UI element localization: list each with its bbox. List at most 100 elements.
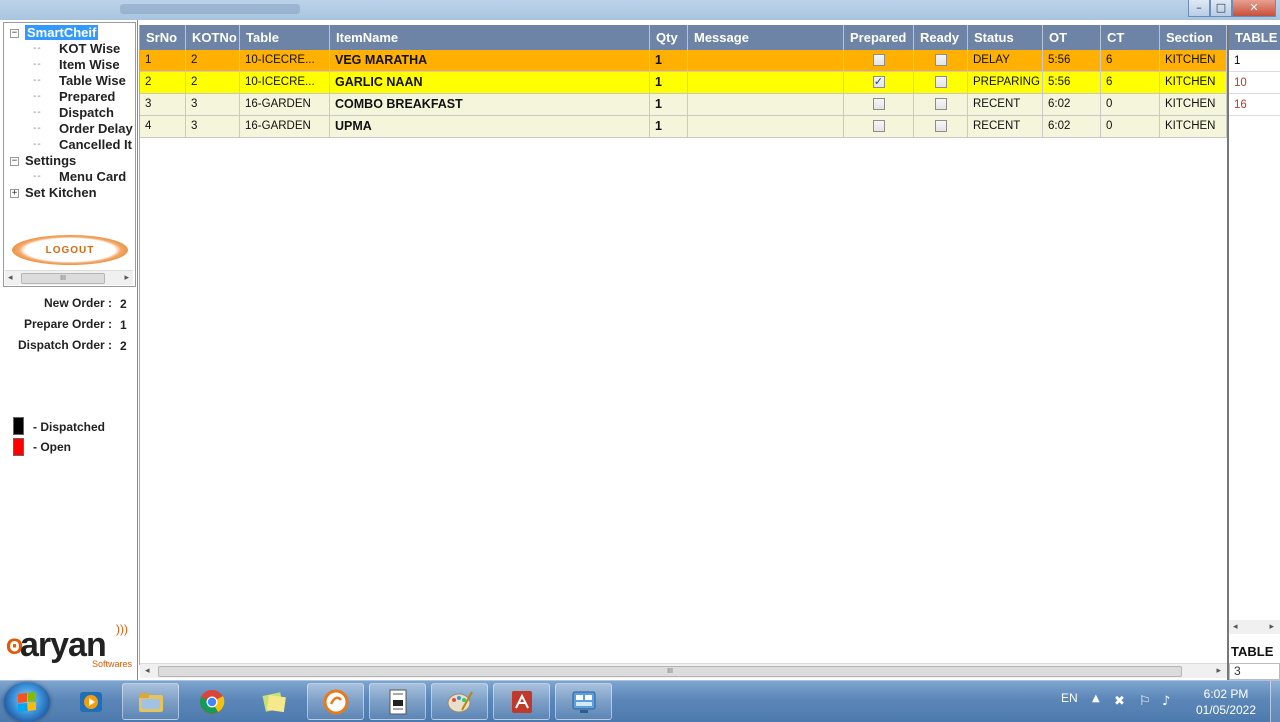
ready-checkbox[interactable] xyxy=(934,120,947,132)
taskbar-media-player[interactable] xyxy=(62,683,119,720)
close-button[interactable]: ✕ xyxy=(1232,0,1276,17)
tree-item-cancelled-items[interactable]: Cancelled It xyxy=(59,137,132,152)
logout-button[interactable]: LOGOUT xyxy=(12,235,128,265)
cell-ready xyxy=(914,72,968,93)
tree-item-prepared[interactable]: Prepared xyxy=(59,89,115,104)
column-header-srno[interactable]: SrNo xyxy=(140,25,186,50)
cell-status: PREPARING xyxy=(968,72,1043,93)
table-list-item[interactable]: 1 xyxy=(1229,50,1280,72)
taskbar-pdf-app[interactable] xyxy=(493,683,550,720)
tree-node-set-kitchen[interactable]: Set Kitchen xyxy=(25,185,97,200)
column-header-table[interactable]: Table xyxy=(240,25,330,50)
prepared-checkbox[interactable]: ✓ xyxy=(872,76,885,88)
order-row[interactable]: 2 2 10-ICECRE... GARLIC NAAN 1 ✓ PREPARING 5:56… xyxy=(140,72,1227,94)
column-header-ct[interactable]: CT xyxy=(1101,25,1160,50)
column-header-qty[interactable]: Qty xyxy=(650,25,688,50)
order-row[interactable]: 3 3 16-GARDEN COMBO BREAKFAST 1 RECENT 6:02 0 KI… xyxy=(140,94,1227,116)
ready-checkbox[interactable] xyxy=(934,98,947,110)
prepared-checkbox[interactable] xyxy=(872,120,885,132)
cell-srno: 2 xyxy=(140,72,186,93)
collapse-icon[interactable]: − xyxy=(10,157,19,166)
column-header-ot[interactable]: OT xyxy=(1043,25,1101,50)
column-header-ready[interactable]: Ready xyxy=(914,25,968,50)
tree-item-table-wise[interactable]: Table Wise xyxy=(59,73,126,88)
open-swatch xyxy=(13,438,24,456)
column-header-prepared[interactable]: Prepared xyxy=(844,25,914,50)
order-row[interactable]: 4 3 16-GARDEN UPMA 1 RECENT 6:02 0 KITCHEN xyxy=(140,116,1227,138)
cell-table: 16-GARDEN xyxy=(240,116,330,137)
scroll-left-icon[interactable]: ◂ xyxy=(145,665,150,676)
prepared-checkbox[interactable] xyxy=(872,54,885,66)
system-clock[interactable]: 6:02 PM 01/05/2022 xyxy=(1190,686,1262,718)
taskbar-paint[interactable] xyxy=(431,683,488,720)
prepared-checkbox[interactable] xyxy=(872,98,885,110)
order-row[interactable]: 1 2 10-ICECRE... VEG MARATHA 1 DELAY 5:56 6 KITC… xyxy=(140,50,1227,72)
cell-ready xyxy=(914,116,968,137)
tree-root-smartcheif[interactable]: SmartCheif xyxy=(25,25,99,40)
logout-label: LOGOUT xyxy=(45,244,95,256)
cell-item-name: VEG MARATHA xyxy=(330,50,650,71)
tree-item-kot-wise[interactable]: KOT Wise xyxy=(59,41,120,56)
column-header-item-name[interactable]: ItemName xyxy=(330,25,650,50)
taskbar-file-explorer[interactable] xyxy=(122,683,179,720)
taskbar-document-viewer[interactable] xyxy=(369,683,426,720)
new-order-count: 2 xyxy=(120,297,127,311)
table-list-item[interactable]: 16 xyxy=(1229,94,1280,116)
collapse-icon[interactable]: − xyxy=(10,29,19,38)
grid-horizontal-scrollbar[interactable]: ◂ III ▸ xyxy=(140,663,1227,678)
column-header-message[interactable]: Message xyxy=(688,25,844,50)
ready-checkbox[interactable] xyxy=(934,54,947,66)
scroll-right-icon[interactable]: ▸ xyxy=(124,272,129,283)
ready-checkbox[interactable] xyxy=(934,76,947,88)
tree-item-order-delay[interactable]: Order Delay xyxy=(59,121,133,136)
show-hidden-icons-icon[interactable]: ▲ xyxy=(1092,693,1100,704)
show-desktop-button[interactable] xyxy=(1270,681,1280,722)
expand-icon[interactable]: + xyxy=(10,189,19,198)
action-center-icon[interactable]: ⚐ xyxy=(1139,694,1151,709)
volume-icon[interactable]: ♪ xyxy=(1162,694,1170,709)
smartcheif-app-icon xyxy=(323,689,349,715)
taskbar-sticky-notes[interactable] xyxy=(245,683,302,720)
table-panel-scrollbar[interactable]: ◂ ▸ xyxy=(1229,620,1280,634)
cell-section: KITCHEN xyxy=(1160,72,1227,93)
window-title xyxy=(120,4,300,14)
scroll-thumb[interactable]: III xyxy=(158,666,1182,677)
tree-horizontal-scrollbar[interactable]: ◂ III ▸ xyxy=(5,270,133,285)
table-panel-header: TABLE xyxy=(1229,25,1280,50)
nav-tree[interactable]: − SmartCheif -- KOT Wise -- Item Wise --… xyxy=(3,22,136,287)
scroll-left-icon[interactable]: ◂ xyxy=(1233,621,1238,632)
table-list-item[interactable]: 10 xyxy=(1229,72,1280,94)
scroll-thumb[interactable]: III xyxy=(21,273,105,284)
cell-ot: 6:02 xyxy=(1043,116,1101,137)
column-header-status[interactable]: Status xyxy=(968,25,1043,50)
tree-item-dispatch[interactable]: Dispatch xyxy=(59,105,114,120)
dispatch-order-label: Dispatch Order : xyxy=(17,338,112,352)
scroll-right-icon[interactable]: ▸ xyxy=(1269,621,1274,632)
scroll-right-icon[interactable]: ▸ xyxy=(1216,665,1221,676)
tree-line: -- xyxy=(33,43,42,54)
cell-section: KITCHEN xyxy=(1160,116,1227,137)
minimize-button[interactable]: – xyxy=(1188,0,1210,17)
taskbar-smartcheif[interactable] xyxy=(307,683,364,720)
window-controls: – □ ✕ xyxy=(1188,0,1276,18)
left-panel: − SmartCheif -- KOT Wise -- Item Wise --… xyxy=(0,20,138,680)
tree-item-menu-card[interactable]: Menu Card xyxy=(59,169,126,184)
column-header-kotno[interactable]: KOTNo xyxy=(186,25,240,50)
taskbar: EN ▲ ✖ ⚐ ♪ 6:02 PM 01/05/2022 xyxy=(0,680,1280,722)
maximize-button[interactable]: □ xyxy=(1210,0,1232,17)
network-error-icon[interactable]: ✖ xyxy=(1114,694,1125,709)
tree-line: -- xyxy=(33,171,42,182)
scroll-left-icon[interactable]: ◂ xyxy=(8,272,13,283)
smartcheif-window: – □ ✕ − SmartCheif -- KOT Wise -- Item W… xyxy=(0,0,1280,722)
cell-ot: 6:02 xyxy=(1043,94,1101,115)
cell-message xyxy=(688,72,844,93)
tree-item-item-wise[interactable]: Item Wise xyxy=(59,57,120,72)
tree-node-settings[interactable]: Settings xyxy=(25,153,76,168)
chrome-icon xyxy=(200,690,225,714)
cell-table: 16-GARDEN xyxy=(240,94,330,115)
taskbar-control-panel[interactable] xyxy=(555,683,612,720)
start-button[interactable] xyxy=(4,682,50,722)
column-header-section[interactable]: Section xyxy=(1160,25,1227,50)
taskbar-chrome[interactable] xyxy=(183,683,240,720)
language-indicator[interactable]: EN xyxy=(1061,691,1078,705)
